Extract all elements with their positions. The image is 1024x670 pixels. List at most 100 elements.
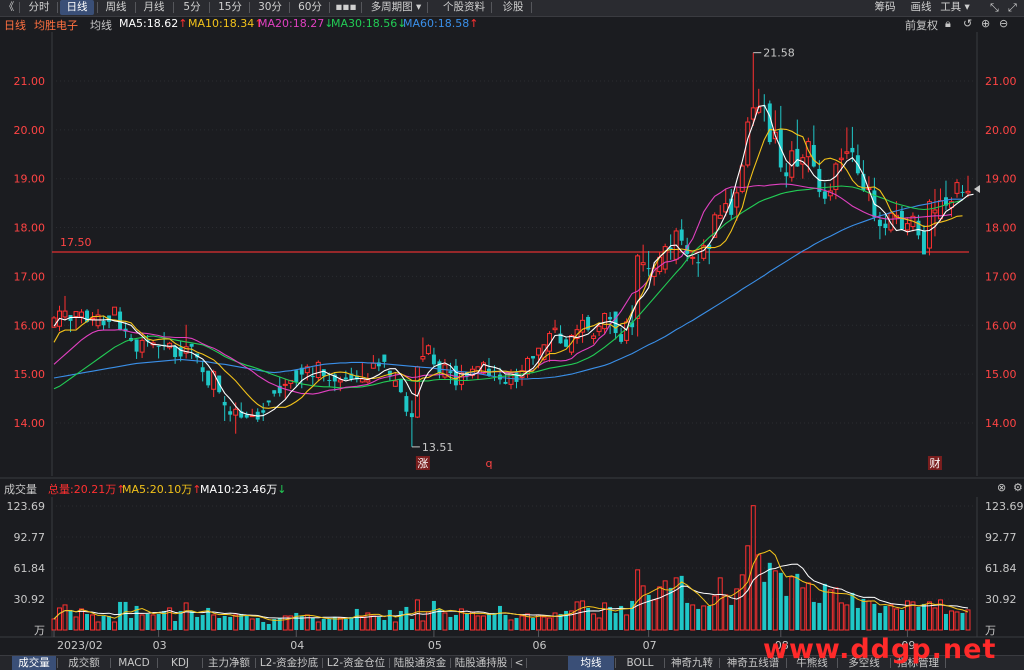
tab-separator bbox=[615, 658, 616, 668]
volume-bar bbox=[382, 619, 387, 630]
watermark: www.ddgp.net bbox=[763, 634, 997, 665]
candle-body bbox=[965, 190, 971, 194]
candle-body bbox=[514, 372, 519, 382]
candle-body bbox=[404, 396, 409, 412]
volume-bar bbox=[448, 616, 453, 630]
volume-bar bbox=[651, 599, 657, 631]
price-tick-left: 15.00 bbox=[14, 368, 46, 381]
candle-body bbox=[370, 362, 376, 369]
indicator-tab-5[interactable]: L2-资金抄底 bbox=[257, 656, 321, 670]
candle-body bbox=[646, 268, 651, 270]
xaxis-label: 07 bbox=[643, 639, 657, 652]
tab-separator bbox=[719, 658, 720, 668]
indicator-tab-6[interactable]: L2-资金仓位 bbox=[324, 656, 388, 670]
volume-ma5: MA5:20.10万↑ bbox=[122, 483, 202, 496]
volume-bar bbox=[173, 620, 178, 630]
candle-body bbox=[409, 413, 414, 418]
indicator-tab-0[interactable]: 成交量 bbox=[12, 656, 56, 670]
indicator-tab-11[interactable]: BOLL bbox=[617, 656, 663, 670]
tab-separator bbox=[57, 658, 58, 668]
volume-bar bbox=[772, 570, 778, 631]
candle-body bbox=[359, 378, 365, 383]
candle-body bbox=[261, 410, 266, 413]
indicator-tab-9[interactable]: < bbox=[513, 656, 525, 670]
ma5-line bbox=[53, 104, 974, 417]
candle-body bbox=[795, 148, 800, 167]
volume-bar bbox=[817, 602, 822, 630]
volume-bar bbox=[916, 606, 921, 630]
volume-bar bbox=[90, 614, 96, 631]
volume-bar bbox=[414, 599, 420, 631]
tab-separator bbox=[526, 658, 527, 668]
price-tick-left: 18.00 bbox=[14, 222, 46, 235]
event-tag-zhang: 涨 bbox=[417, 457, 428, 470]
candle-body bbox=[960, 191, 965, 193]
candle-body bbox=[420, 356, 426, 360]
event-tag-q: q bbox=[485, 457, 492, 470]
candle-body bbox=[640, 262, 646, 266]
volume-tick-left: 61.84 bbox=[14, 562, 46, 575]
candle-body bbox=[437, 361, 442, 373]
volume-bar bbox=[315, 621, 321, 631]
candle-body bbox=[101, 320, 106, 326]
volume-tick-left: 123.69 bbox=[7, 500, 46, 513]
volume-bar bbox=[541, 616, 547, 631]
volume-bar bbox=[723, 594, 729, 631]
volume-bar bbox=[844, 604, 850, 631]
candle-body bbox=[536, 347, 542, 356]
indicator-tab-8[interactable]: 陆股通持股 bbox=[452, 656, 510, 670]
volume-bar bbox=[893, 608, 899, 631]
volume-bar bbox=[591, 613, 597, 631]
candle-body bbox=[552, 327, 558, 331]
volume-bar bbox=[217, 617, 222, 630]
volume-bar bbox=[195, 616, 200, 630]
price-tick-left: 19.00 bbox=[14, 173, 46, 186]
volume-bar bbox=[437, 608, 442, 630]
close-icon[interactable]: ⊗ bbox=[997, 481, 1006, 494]
candle-body bbox=[244, 414, 249, 418]
indicator-tab-2[interactable]: MACD bbox=[112, 656, 156, 670]
candle-body bbox=[211, 371, 217, 390]
xaxis-label: 05 bbox=[428, 639, 442, 652]
indicator-tab-3[interactable]: KDJ bbox=[159, 656, 201, 670]
volume-bar bbox=[833, 587, 839, 631]
volume-bar bbox=[310, 617, 315, 630]
indicator-tab-4[interactable]: 主力净额 bbox=[204, 656, 254, 670]
candle-body bbox=[883, 223, 888, 229]
settings-icon[interactable]: ⚙︎ bbox=[1013, 481, 1023, 494]
tab-separator bbox=[255, 658, 256, 668]
indicator-tab-7[interactable]: 陆股通资金 bbox=[391, 656, 449, 670]
volume-bar bbox=[233, 614, 239, 631]
volume-bar bbox=[464, 613, 469, 630]
candle-body bbox=[844, 151, 850, 154]
candle-body bbox=[310, 376, 315, 378]
xaxis-label: 2023/02 bbox=[57, 639, 103, 652]
volume-bar bbox=[370, 615, 376, 631]
tab-separator bbox=[389, 658, 390, 668]
volume-bar bbox=[453, 614, 458, 630]
tab-separator bbox=[664, 658, 665, 668]
volume-bar bbox=[883, 605, 888, 630]
candle-body bbox=[608, 316, 613, 320]
volume-bar bbox=[508, 619, 514, 631]
indicator-tab-12[interactable]: 神奇九转 bbox=[666, 656, 718, 670]
ma20-line bbox=[53, 183, 952, 395]
volume-bar bbox=[580, 600, 586, 631]
candle-body bbox=[877, 219, 882, 227]
indicator-tab-10[interactable]: 均线 bbox=[568, 656, 614, 670]
volume-bar bbox=[442, 612, 448, 631]
kline-chart[interactable]: 21.00 21.00 20.00 20.00 19.00 19.00 18.00 18.00… bbox=[0, 0, 1024, 669]
indicator-tab-1[interactable]: 成交额 bbox=[59, 656, 109, 670]
candle-body bbox=[73, 311, 79, 317]
candle-body bbox=[564, 339, 569, 347]
volume-bar bbox=[354, 608, 359, 630]
candle-body bbox=[398, 379, 403, 393]
volume-bar bbox=[685, 602, 690, 630]
event-tag-cai: 财 bbox=[929, 456, 940, 470]
candle-body bbox=[134, 339, 139, 352]
volume-bar bbox=[255, 617, 260, 630]
volume-bar bbox=[965, 609, 971, 631]
candle-body bbox=[690, 256, 696, 259]
volume-bar bbox=[392, 621, 398, 631]
candle-body bbox=[189, 343, 194, 347]
